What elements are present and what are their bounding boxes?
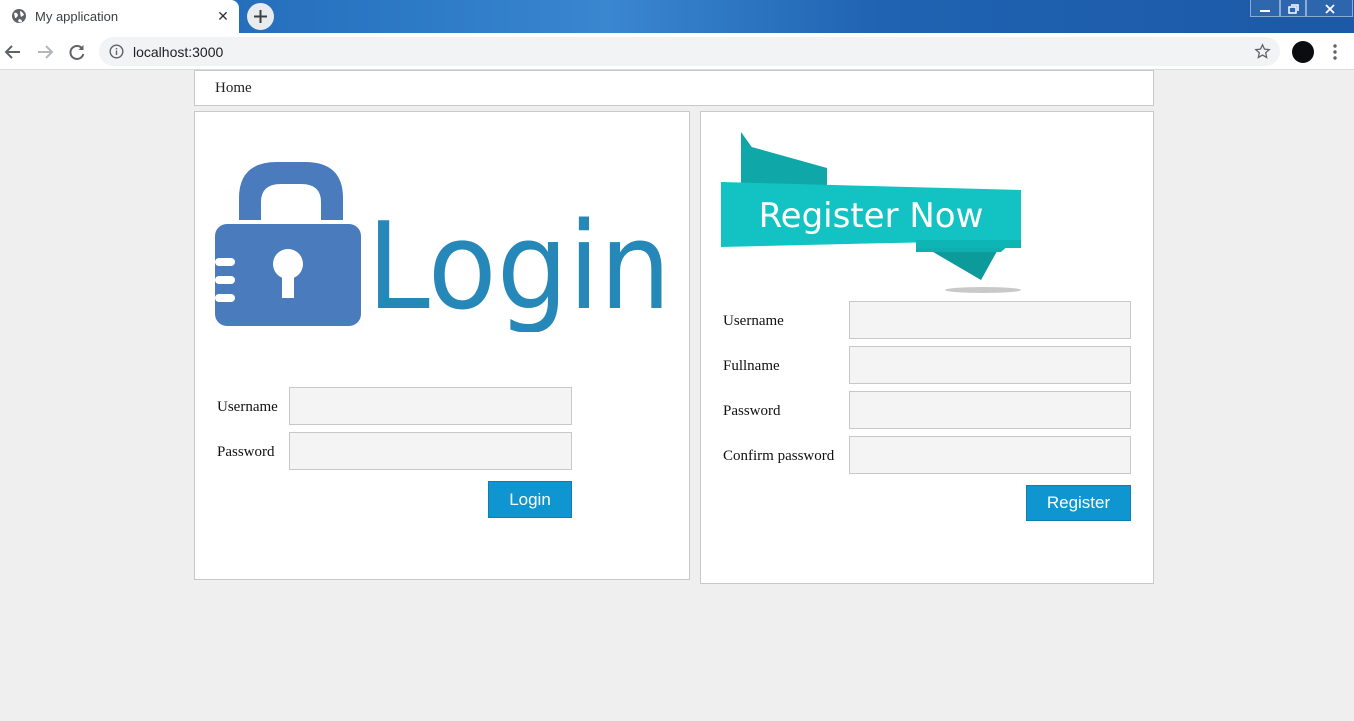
nav-home-link[interactable]: Home	[215, 80, 252, 97]
globe-icon	[12, 9, 26, 23]
plus-icon	[254, 10, 267, 23]
avatar[interactable]	[1292, 41, 1314, 63]
login-username-input[interactable]	[289, 387, 572, 425]
restore-icon	[1288, 4, 1299, 14]
new-tab-button[interactable]	[247, 3, 274, 30]
minimize-icon	[1260, 10, 1270, 12]
forward-arrow-icon[interactable]	[35, 42, 55, 62]
browser-titlebar: My application ✕	[0, 0, 1354, 33]
padlock-icon	[215, 162, 361, 326]
login-username-label: Username	[217, 399, 278, 415]
star-icon[interactable]	[1254, 43, 1271, 60]
browser-tab[interactable]: My application ✕	[0, 0, 239, 33]
register-confirm-password-input[interactable]	[849, 436, 1131, 474]
register-fullname-label: Fullname	[723, 358, 780, 374]
address-bar[interactable]: localhost:3000	[99, 37, 1280, 66]
minimize-button[interactable]	[1250, 0, 1280, 17]
register-confirm-password-label: Confirm password	[723, 448, 835, 464]
close-icon[interactable]: ✕	[215, 7, 231, 25]
register-banner: Register Now	[721, 132, 1021, 293]
register-password-label: Password	[723, 403, 781, 419]
register-banner-text: Register Now	[759, 196, 984, 236]
reload-icon[interactable]	[67, 42, 87, 62]
restore-button[interactable]	[1280, 0, 1306, 17]
login-password-label: Password	[217, 444, 275, 460]
login-button[interactable]: Login	[488, 481, 572, 518]
info-icon[interactable]	[109, 44, 124, 59]
register-button[interactable]: Register	[1026, 485, 1131, 521]
url-text[interactable]: localhost:3000	[133, 44, 223, 60]
close-window-button[interactable]	[1306, 0, 1353, 17]
login-password-input[interactable]	[289, 432, 572, 470]
register-fullname-input[interactable]	[849, 346, 1131, 384]
login-logo: Login	[215, 162, 671, 332]
close-window-icon	[1324, 4, 1335, 14]
register-panel: Register Now Username Fullname Password …	[700, 111, 1154, 584]
back-arrow-icon[interactable]	[3, 42, 23, 62]
register-password-input[interactable]	[849, 391, 1131, 429]
site-navbar: Home	[194, 70, 1154, 106]
browser-toolbar: localhost:3000	[0, 33, 1354, 70]
login-panel: Login Username Password Login	[194, 111, 690, 580]
login-logo-text: Login	[367, 198, 671, 332]
more-vert-icon[interactable]	[1326, 43, 1344, 61]
register-username-label: Username	[723, 313, 784, 329]
tab-title: My application	[35, 9, 119, 24]
register-username-input[interactable]	[849, 301, 1131, 339]
